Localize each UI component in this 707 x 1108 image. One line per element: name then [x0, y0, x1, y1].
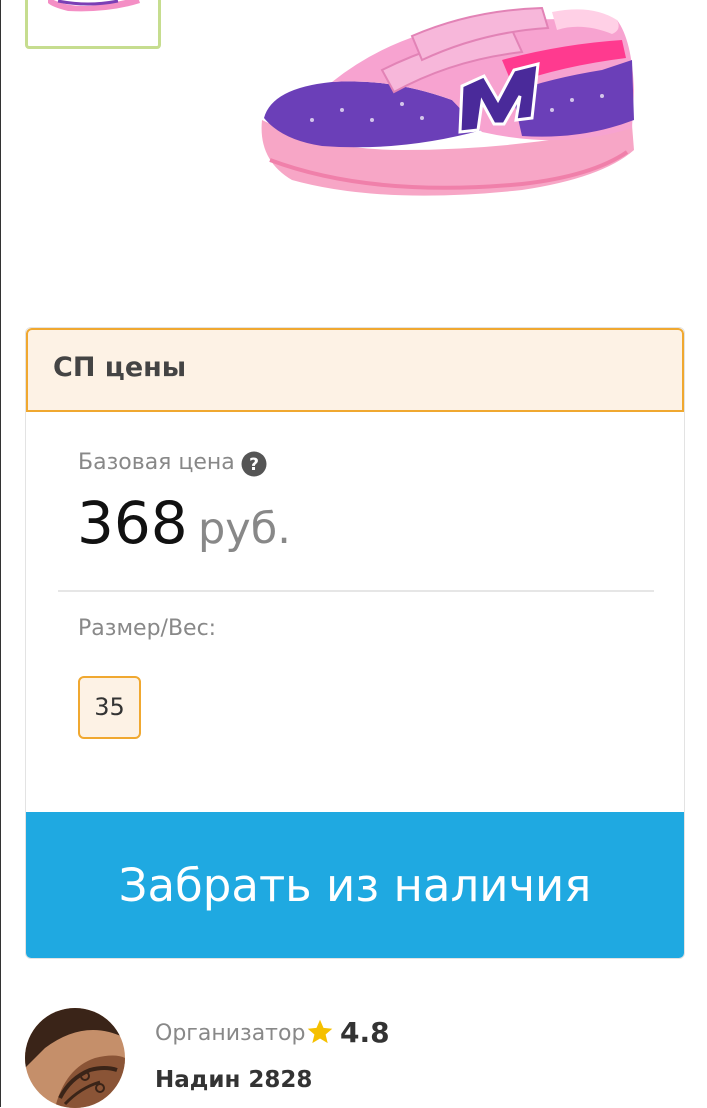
avatar-photo-icon	[25, 1008, 125, 1108]
size-option-35[interactable]: 35	[78, 676, 141, 739]
organizer-avatar[interactable]	[25, 1008, 125, 1108]
take-from-stock-button[interactable]: Забрать из наличия	[26, 812, 684, 958]
star-icon	[307, 1019, 333, 1044]
prices-title: СП цены	[53, 352, 187, 383]
prices-card: СП цены Базовая цена ? 368 руб. Размер/В…	[25, 327, 685, 959]
sneaker-thumbnail-icon	[48, 0, 140, 12]
size-label: Размер/Вес:	[78, 616, 217, 641]
prices-header: СП цены	[26, 328, 684, 412]
sneaker-image-icon	[261, 6, 634, 196]
svg-text:?: ?	[249, 455, 259, 475]
organizer-label: Организатор	[155, 1021, 306, 1046]
organizer-name[interactable]: Надин 2828	[155, 1067, 312, 1093]
base-price-label: Базовая цена	[78, 450, 235, 475]
left-edge-line	[0, 0, 1, 1107]
organizer-rating: 4.8	[340, 1016, 390, 1049]
price-currency: руб.	[198, 504, 291, 554]
question-circle-icon[interactable]: ?	[241, 451, 267, 477]
product-thumbnail[interactable]	[25, 0, 161, 49]
divider	[58, 590, 654, 592]
price-value: 368	[77, 489, 188, 557]
product-main-image[interactable]	[222, 0, 684, 290]
